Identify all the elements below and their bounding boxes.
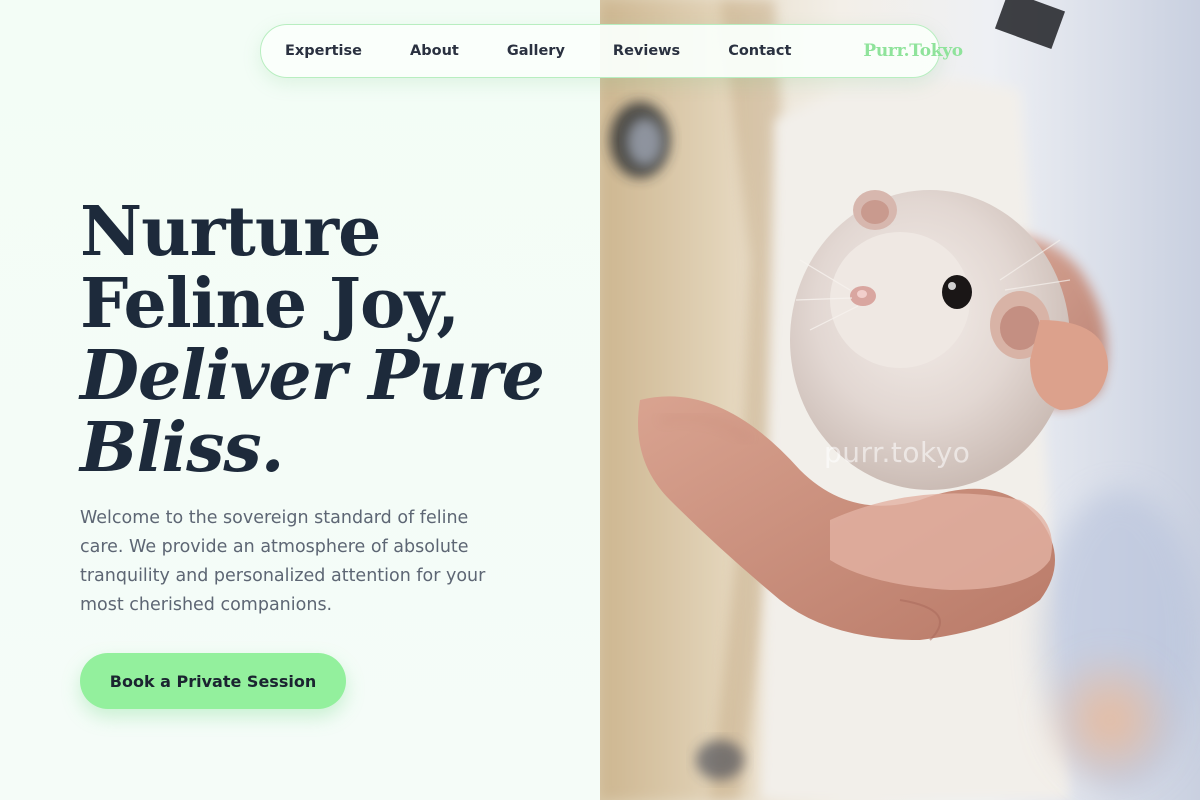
hero-photo: purr.tokyo [600,0,1200,800]
hero-text-panel: Nurture Feline Joy, Deliver Pure Bliss. … [0,0,600,800]
headline-line-2: Feline Joy, [80,264,460,344]
hamster-in-hand-illustration [600,0,1200,800]
nav-link-reviews[interactable]: Reviews [613,43,680,59]
brand-logo[interactable]: Purr.Tokyo [863,41,963,61]
nav-link-about[interactable]: About [410,43,459,59]
nav-link-gallery[interactable]: Gallery [507,43,565,59]
nav-link-expertise[interactable]: Expertise [285,43,362,59]
headline-line-1: Nurture [80,192,381,272]
landing-page: Nurture Feline Joy, Deliver Pure Bliss. … [0,0,1200,800]
book-session-button[interactable]: Book a Private Session [80,653,346,709]
headline-italic-line-1: Deliver Pure [80,336,545,416]
hero-headline: Nurture Feline Joy, Deliver Pure Bliss. [80,196,580,484]
hero-intro-text: Welcome to the sovereign standard of fel… [80,508,486,615]
photo-watermark: purr.tokyo [824,436,971,469]
top-navigation: Expertise About Gallery Reviews Contact … [260,24,963,78]
headline-italic-line-2: Bliss. [80,408,284,488]
nav-link-contact[interactable]: Contact [728,43,791,59]
